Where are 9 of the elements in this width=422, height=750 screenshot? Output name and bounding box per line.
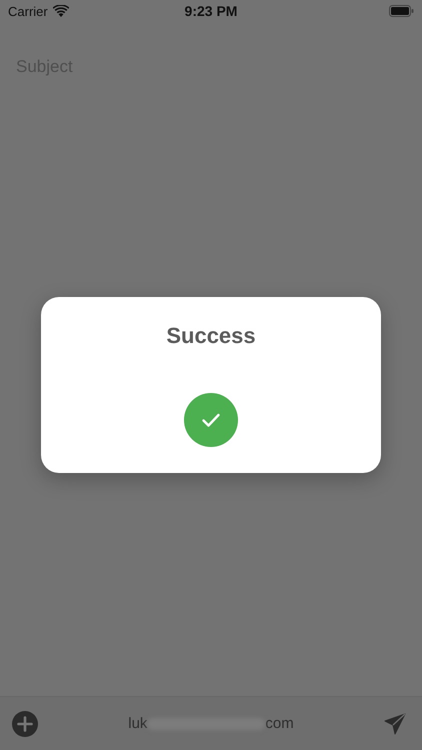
wifi-icon — [52, 5, 69, 17]
dialog-title: Success — [166, 323, 256, 349]
carrier-name: Carrier — [8, 4, 48, 18]
status-time: 9:23 PM — [184, 3, 238, 19]
send-icon[interactable] — [384, 712, 406, 734]
recipient-text: luk — [128, 715, 148, 732]
add-icon[interactable] — [12, 710, 38, 736]
battery-icon — [389, 5, 414, 17]
recipient-text: com — [265, 715, 294, 732]
